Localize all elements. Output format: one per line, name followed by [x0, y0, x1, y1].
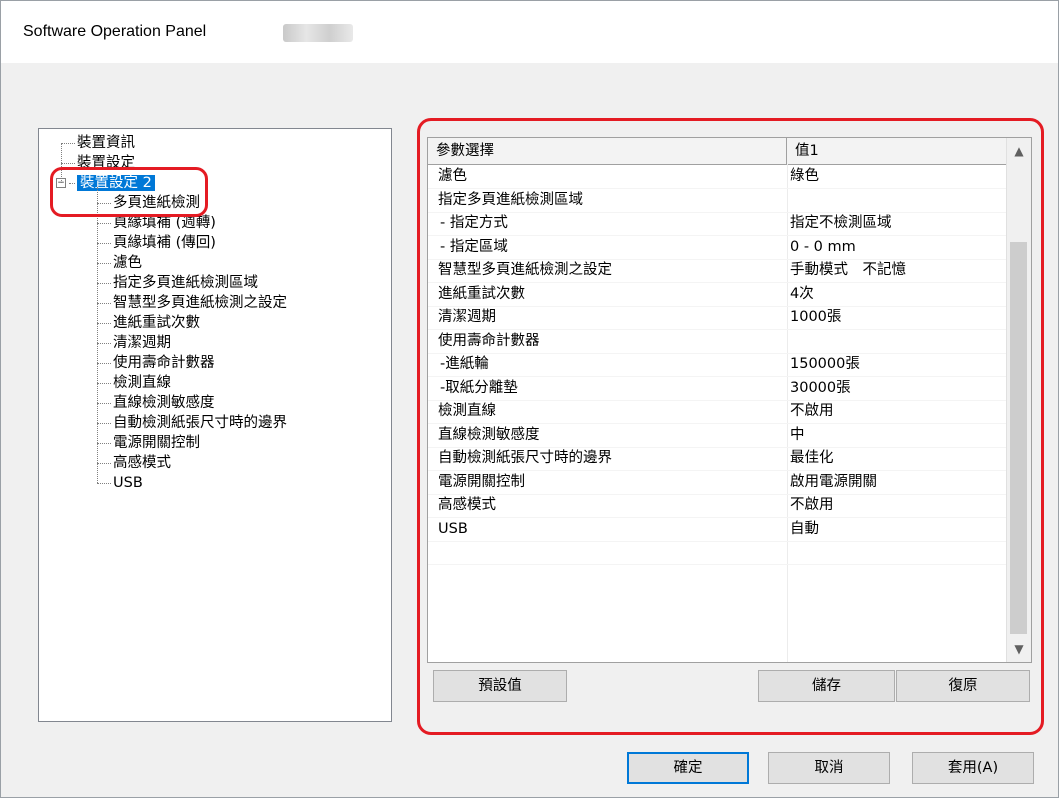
- tree-item-label: 頁緣填補 (週轉): [113, 215, 216, 231]
- tree-item[interactable]: 指定多頁進紙檢測區域: [113, 273, 258, 293]
- tree-item-label: 電源開關控制: [113, 435, 200, 451]
- tree-item-label: 高感模式: [113, 455, 171, 471]
- tree-item[interactable]: 高感模式: [113, 453, 171, 473]
- ok-button[interactable]: 確定: [627, 752, 749, 784]
- software-operation-panel-window: Software Operation Panel 裝置資訊 裝置設定 裝置設定 2−…: [0, 0, 1059, 798]
- tree-item-label: 直線檢測敏感度: [113, 395, 215, 411]
- tree-item-label: 進紙重試次數: [113, 315, 200, 331]
- tree-connector: [97, 283, 111, 284]
- tree-item-label: 清潔週期: [113, 335, 171, 351]
- tree-item-label: 指定多頁進紙檢測區域: [113, 275, 258, 291]
- tree-connector: [97, 463, 111, 464]
- tree-connector: [97, 343, 111, 344]
- tree-item-label: USB: [113, 475, 143, 491]
- highlight-ring-tree-selection: [50, 167, 208, 217]
- window-title: Software Operation Panel: [23, 23, 207, 40]
- tree-connector: [97, 223, 111, 224]
- tree-item[interactable]: 智慧型多頁進紙檢測之設定: [113, 293, 287, 313]
- tree-connector: [97, 363, 111, 364]
- tree-connector: [97, 483, 111, 484]
- tree-connector: [97, 243, 111, 244]
- tree-item[interactable]: 裝置資訊: [77, 133, 135, 153]
- tree-connector: [61, 163, 75, 164]
- title-bar: Software Operation Panel: [1, 1, 1058, 63]
- tree-item[interactable]: 使用壽命計數器: [113, 353, 215, 373]
- settings-tree[interactable]: 裝置資訊 裝置設定 裝置設定 2− 多頁進紙檢測 頁緣填補 (週轉) 頁緣填補 (傳回) 濾…: [38, 128, 392, 722]
- tree-item-label: 智慧型多頁進紙檢測之設定: [113, 295, 287, 311]
- tree-item[interactable]: 清潔週期: [113, 333, 171, 353]
- tree-item[interactable]: 直線檢測敏感度: [113, 393, 215, 413]
- cancel-button[interactable]: 取消: [768, 752, 890, 784]
- highlight-ring-parameter-panel: [417, 118, 1044, 735]
- tree-item[interactable]: 自動檢測紙張尺寸時的邊界: [113, 413, 287, 433]
- tree-item[interactable]: 電源開關控制: [113, 433, 200, 453]
- tree-item[interactable]: 進紙重試次數: [113, 313, 200, 333]
- tree-connector: [97, 303, 111, 304]
- tree-item-label: 檢測直線: [113, 375, 171, 391]
- tree-connector: [97, 323, 111, 324]
- tree-connector: [97, 443, 111, 444]
- tree-item[interactable]: USB: [113, 473, 143, 493]
- tree-item-label: 濾色: [113, 255, 142, 271]
- apply-button[interactable]: 套用(A): [912, 752, 1034, 784]
- tree-connector: [97, 403, 111, 404]
- tree-item-label: 頁緣填補 (傳回): [113, 235, 216, 251]
- tree-connector: [97, 423, 111, 424]
- tree-item-label: 自動檢測紙張尺寸時的邊界: [113, 415, 287, 431]
- tree-connector: [97, 263, 111, 264]
- tree-child-line: [97, 187, 98, 483]
- tree-item-label: 使用壽命計數器: [113, 355, 215, 371]
- tree-item-label: 裝置資訊: [77, 135, 135, 151]
- tree-item[interactable]: 濾色: [113, 253, 142, 273]
- tree-item[interactable]: 頁緣填補 (傳回): [113, 233, 216, 253]
- tree-connector: [61, 143, 75, 144]
- tree-item[interactable]: 檢測直線: [113, 373, 171, 393]
- blurred-title-suffix: [283, 24, 353, 42]
- tree-connector: [97, 383, 111, 384]
